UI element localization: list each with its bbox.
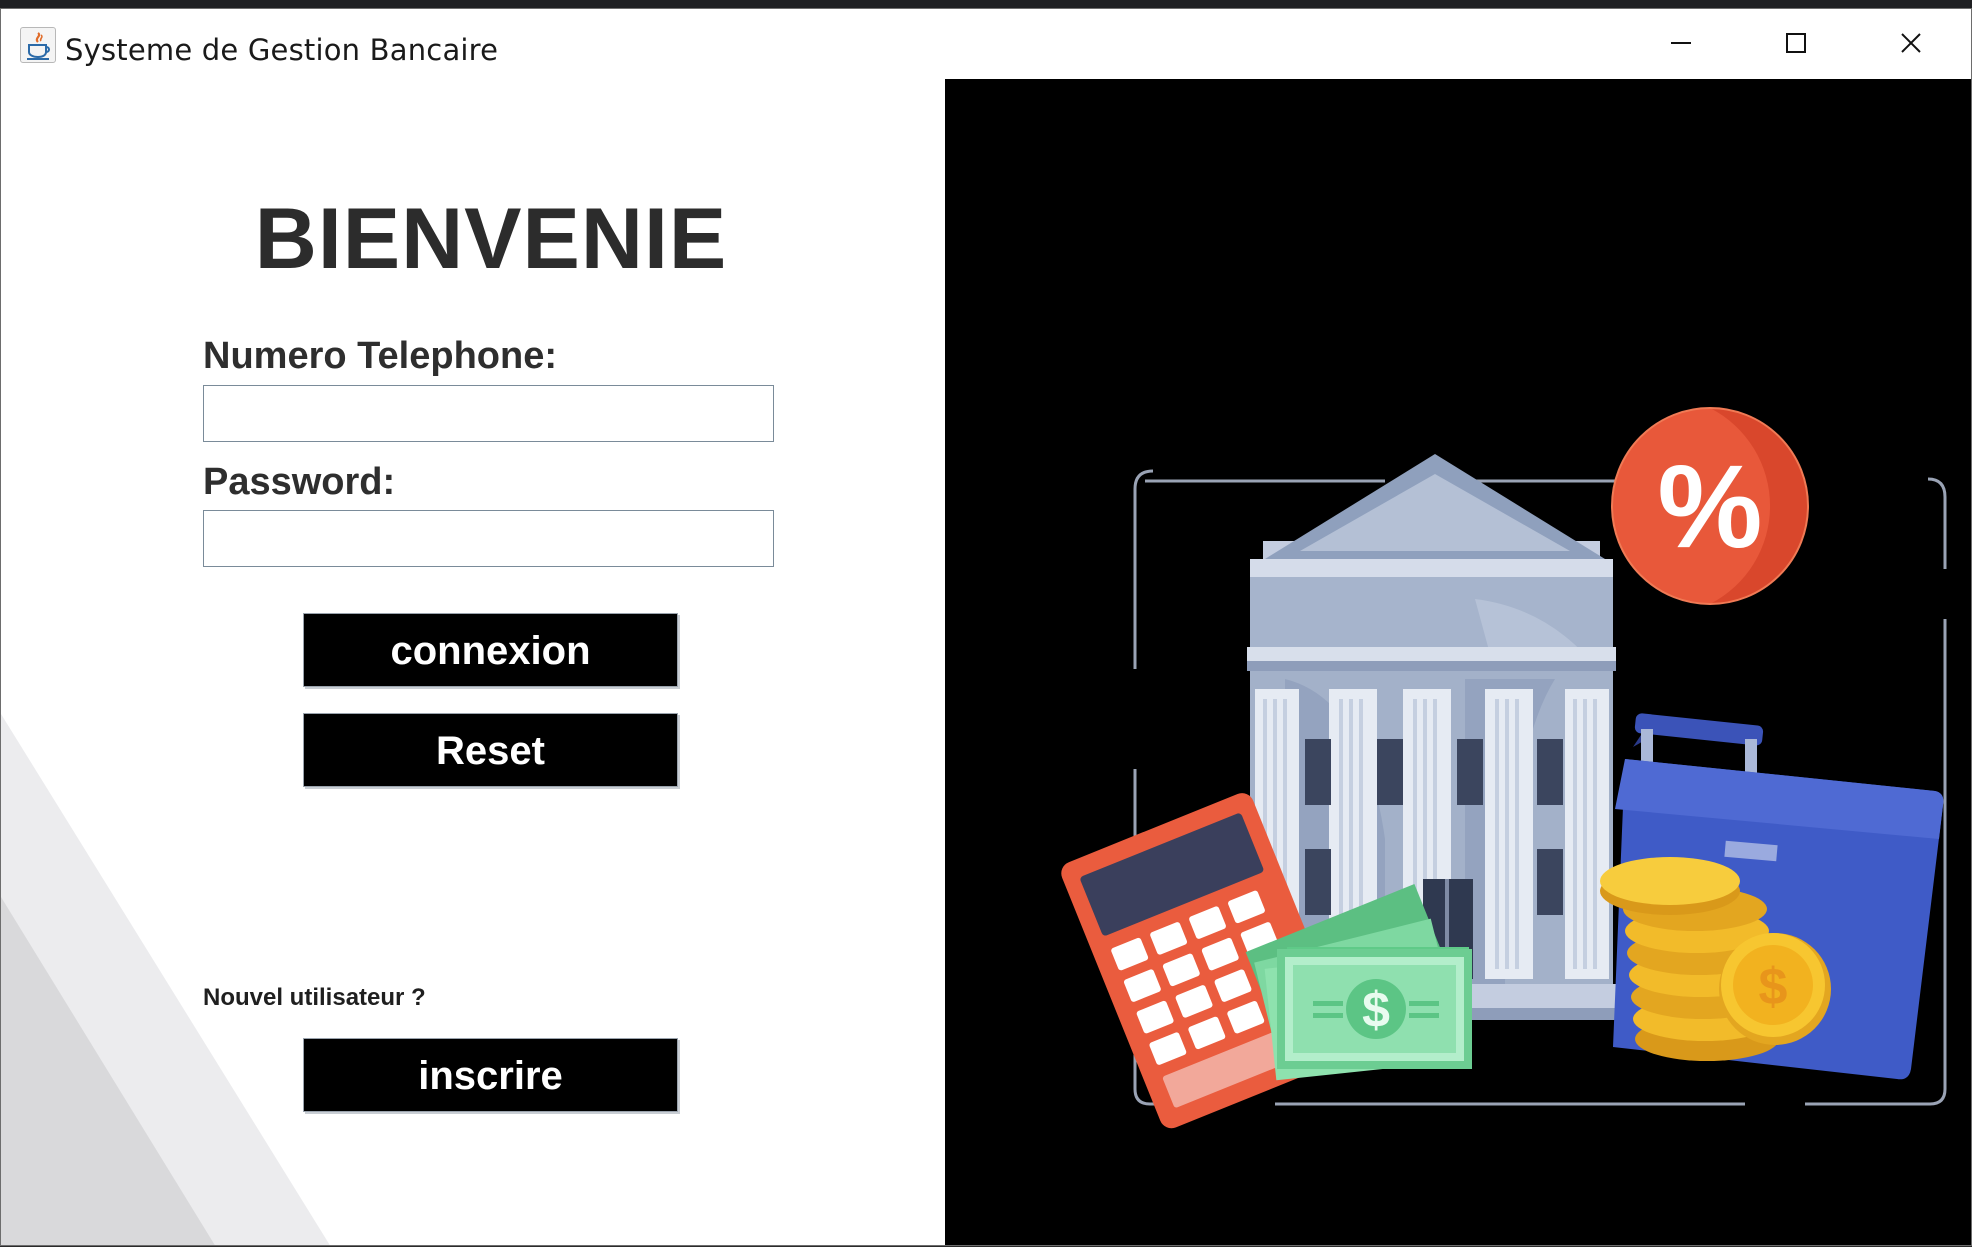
bill-dollar-symbol: $ [1362,982,1390,1038]
welcome-heading: BIENVENIE [254,191,728,287]
password-label: Password: [203,461,396,503]
inscrire-button[interactable]: inscrire [303,1038,678,1112]
window-title: Systeme de Gestion Bancaire [65,33,499,67]
banking-illustration: % $ $ [1061,407,1947,1129]
maximize-icon [1786,33,1806,53]
app-window: Systeme de Gestion Bancaire BIENVENIE Nu… [0,8,1972,1246]
coin-dollar-symbol: $ [1759,958,1788,1016]
minimize-button[interactable] [1661,23,1701,63]
java-app-icon [20,27,56,63]
login-panel: BIENVENIE Numero Telephone: Password: co… [1,77,945,1245]
new-user-label: Nouvel utilisateur ? [203,984,426,1011]
percent-symbol: % [1658,441,1763,573]
connexion-button[interactable]: connexion [303,613,678,687]
phone-label: Numero Telephone: [203,335,557,377]
close-icon [1901,33,1921,53]
close-button[interactable] [1891,23,1931,63]
minimize-icon [1671,42,1691,44]
title-bar: Systeme de Gestion Bancaire [1,9,1971,77]
maximize-button[interactable] [1776,23,1816,63]
phone-input[interactable] [203,385,774,442]
percent-badge-icon: % [1611,407,1809,605]
password-input[interactable] [203,510,774,567]
reset-button[interactable]: Reset [303,713,678,787]
illustration-panel: % $ $ [945,79,1971,1245]
